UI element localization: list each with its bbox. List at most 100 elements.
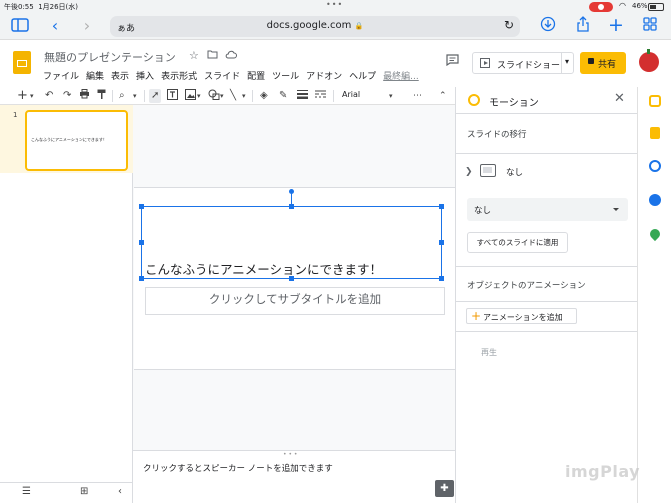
menu-help[interactable]: ヘルプ: [349, 72, 376, 82]
menu-insert[interactable]: 挿入: [136, 72, 154, 82]
move-folder-icon[interactable]: [207, 49, 218, 62]
resize-handle[interactable]: [439, 276, 444, 281]
resize-handle[interactable]: [139, 276, 144, 281]
cloud-status-icon[interactable]: [225, 49, 237, 62]
filmstrip-view-icon[interactable]: ☰: [22, 486, 31, 497]
redo-icon[interactable]: ↷: [63, 89, 71, 103]
panel-title: モーション: [489, 98, 539, 109]
contacts-icon[interactable]: [649, 194, 661, 206]
font-selector[interactable]: Arial: [342, 90, 360, 99]
image-icon[interactable]: [185, 89, 196, 105]
play-button[interactable]: 再生: [481, 347, 497, 358]
comment-history-icon[interactable]: [446, 54, 459, 69]
paint-format-icon[interactable]: [97, 89, 106, 105]
document-title[interactable]: 無題のプレゼンテーション: [44, 49, 176, 65]
share-button[interactable]: 共有: [580, 52, 626, 74]
sidebar-icon[interactable]: [10, 17, 30, 37]
explore-icon[interactable]: ✚: [435, 480, 454, 497]
slideshow-label: スライドショー: [497, 61, 561, 71]
zoom-icon[interactable]: ⌕: [119, 89, 125, 103]
transition-name[interactable]: なし: [506, 166, 523, 178]
collapse-filmstrip-icon[interactable]: ‹: [118, 486, 122, 497]
maps-icon[interactable]: [647, 226, 663, 242]
subtitle-placeholder[interactable]: クリックしてサブタイトルを追加: [145, 291, 445, 307]
keep-icon[interactable]: [650, 127, 660, 139]
status-bar: 午後0:55 1月26日(水) ••• ◠ 46%: [0, 0, 671, 14]
print-icon[interactable]: [79, 89, 90, 104]
menu-view[interactable]: 表示: [111, 72, 129, 82]
notes-resize-handle[interactable]: • • •: [283, 451, 297, 458]
multitask-dots-icon[interactable]: •••: [326, 0, 343, 9]
back-icon[interactable]: ‹: [46, 16, 64, 36]
notes-placeholder[interactable]: クリックするとスピーカー ノートを追加できます: [143, 462, 333, 474]
share-sheet-icon[interactable]: [573, 16, 593, 37]
slide-filmstrip: 1 こんなふうにアニメーションにできます！: [0, 105, 133, 482]
new-slide-layout-chevron-icon[interactable]: ▾: [30, 89, 34, 103]
font-chevron-icon[interactable]: ▾: [389, 89, 393, 103]
apply-all-button[interactable]: すべてのスライドに適用: [467, 232, 568, 253]
calendar-icon[interactable]: [649, 95, 661, 107]
resize-handle[interactable]: [139, 204, 144, 209]
watermark-text: imgPlay: [565, 462, 641, 481]
forward-icon[interactable]: ›: [78, 16, 96, 36]
side-panel-rail: [637, 87, 671, 503]
download-icon[interactable]: [538, 16, 558, 37]
add-animation-button[interactable]: + アニメーションを追加: [466, 308, 577, 324]
menu-addons[interactable]: アドオン: [306, 72, 342, 82]
tasks-icon[interactable]: [649, 160, 661, 172]
chevron-down-icon[interactable]: ❯: [465, 167, 473, 177]
last-edit-link[interactable]: 最終編...: [383, 72, 419, 82]
share-label: 共有: [598, 60, 617, 70]
resize-handle[interactable]: [289, 204, 294, 209]
border-color-icon[interactable]: ✎: [279, 89, 287, 103]
zoom-chevron-icon[interactable]: ▾: [133, 89, 137, 103]
battery-icon: [648, 3, 664, 11]
menu-arrange[interactable]: 配置: [247, 72, 265, 82]
border-dash-icon[interactable]: [315, 89, 326, 104]
image-chevron-icon[interactable]: ▾: [197, 89, 201, 103]
star-icon[interactable]: ☆: [189, 49, 199, 62]
resize-handle[interactable]: [139, 240, 144, 245]
slide-title[interactable]: こんなふうにアニメーションにできます！: [145, 259, 382, 278]
resize-handle[interactable]: [439, 240, 444, 245]
transition-type-value: なし: [474, 206, 492, 216]
avatar[interactable]: [639, 49, 659, 72]
more-options-icon[interactable]: ⋯: [413, 89, 422, 103]
new-slide-icon[interactable]: +: [17, 89, 28, 102]
menu-file[interactable]: ファイル: [43, 72, 79, 82]
menu-edit[interactable]: 編集: [86, 72, 104, 82]
motion-panel: モーション ✕ スライドの移行 ❯ なし なし すべてのスライドに適用 オブジェ…: [455, 87, 638, 503]
line-icon[interactable]: ╲: [230, 89, 236, 103]
slides-logo-icon[interactable]: [13, 51, 31, 74]
tabs-overview-icon[interactable]: [640, 16, 660, 36]
select-tool-icon[interactable]: ➚: [149, 89, 162, 103]
close-icon[interactable]: ✕: [614, 91, 625, 106]
slide-thumbnail[interactable]: こんなふうにアニメーションにできます！: [25, 110, 128, 171]
slideshow-button[interactable]: スライドショー ▾: [472, 52, 574, 74]
undo-icon[interactable]: ↶: [45, 89, 53, 103]
grid-view-icon[interactable]: ⊞: [80, 486, 88, 497]
menu-slide[interactable]: スライド: [204, 72, 240, 82]
fill-color-icon[interactable]: ◈: [260, 89, 268, 103]
rotate-handle[interactable]: [289, 189, 294, 194]
border-weight-icon[interactable]: [297, 89, 308, 104]
collapse-toolbar-icon[interactable]: ⌃: [439, 89, 447, 103]
reload-icon[interactable]: ↻: [504, 18, 514, 32]
menu-bar: ファイル 編集 表示 挿入 表示形式 スライド 配置 ツール アドオン ヘルプ 最終編...: [43, 69, 426, 82]
add-animation-label: アニメーションを追加: [483, 313, 563, 322]
shape-icon[interactable]: [208, 89, 220, 105]
address-bar[interactable]: ぁあ docs.google.com 🔒 ↻: [110, 16, 520, 37]
resize-handle[interactable]: [439, 204, 444, 209]
menu-format[interactable]: 表示形式: [161, 72, 197, 82]
shape-chevron-icon[interactable]: ▾: [220, 89, 224, 103]
new-tab-icon[interactable]: +: [606, 15, 626, 35]
transition-type-select[interactable]: なし: [467, 198, 628, 221]
text-box-icon[interactable]: [167, 89, 178, 105]
speaker-notes[interactable]: • • • クリックするとスピーカー ノートを追加できます: [133, 450, 455, 503]
line-chevron-icon[interactable]: ▾: [242, 89, 246, 103]
resize-handle[interactable]: [289, 276, 294, 281]
plus-icon: +: [471, 309, 482, 323]
chevron-down-icon[interactable]: ▾: [565, 57, 569, 66]
menu-tools[interactable]: ツール: [272, 72, 299, 82]
url-text: docs.google.com 🔒: [266, 20, 364, 31]
